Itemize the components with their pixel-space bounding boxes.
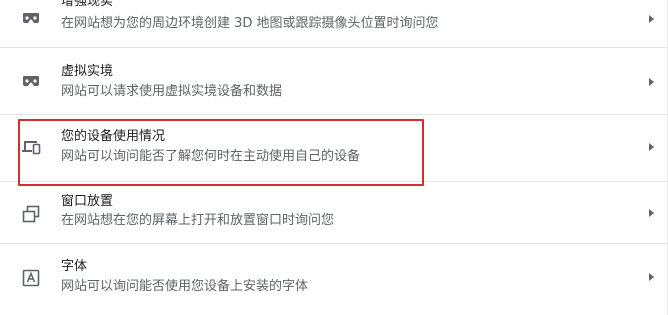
settings-row-title: 增强现实 <box>61 0 114 9</box>
settings-row-subtitle: 网站可以询问能否使用您设备上安装的字体 <box>61 279 309 294</box>
chevron-right-icon <box>649 273 654 281</box>
chevron-right-icon <box>649 78 654 86</box>
settings-row-title: 虚拟实境 <box>61 64 114 79</box>
chevron-right-icon <box>649 209 654 217</box>
window-placement-icon <box>21 204 41 224</box>
settings-row-title: 字体 <box>61 259 88 274</box>
site-settings-permissions-panel: 增强现实 在网站想为您的周边环境创建 3D 地图或跟踪摄像头位置时询问您 虚拟实… <box>0 0 668 315</box>
settings-row-subtitle: 在网站想在您的屏幕上打开和放置窗口时询问您 <box>61 213 335 228</box>
settings-row-fonts[interactable]: 字体 网站可以询问能否使用您设备上安装的字体 <box>0 244 668 310</box>
settings-row-subtitle: 网站可以请求使用虚拟实境设备和数据 <box>61 84 283 99</box>
vr-headset-icon <box>21 71 41 91</box>
chevron-right-icon <box>649 143 654 151</box>
vr-headset-icon <box>21 8 41 28</box>
settings-row-title: 窗口放置 <box>61 194 114 209</box>
highlight-box <box>18 119 424 186</box>
settings-row-subtitle: 在网站想为您的周边环境创建 3D 地图或跟踪摄像头位置时询问您 <box>61 16 439 31</box>
chevron-right-icon <box>649 15 654 23</box>
settings-row-virtual-reality[interactable]: 虚拟实境 网站可以请求使用虚拟实境设备和数据 <box>0 48 668 114</box>
font-icon <box>21 268 41 288</box>
settings-row-window-placement[interactable]: 窗口放置 在网站想在您的屏幕上打开和放置窗口时询问您 <box>0 182 668 248</box>
